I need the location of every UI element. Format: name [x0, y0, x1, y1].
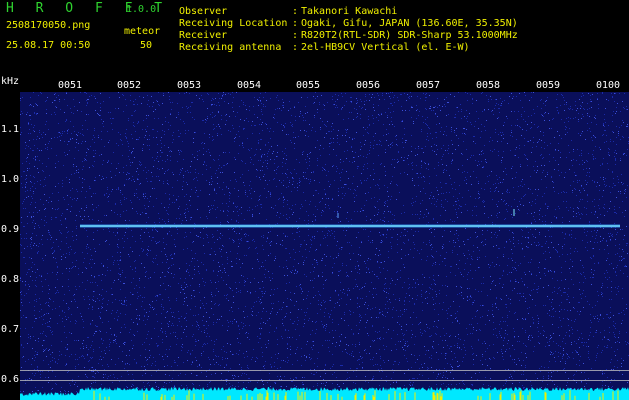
info-label-location: Receiving Location — [179, 18, 288, 29]
time-tick: 0053 — [177, 80, 202, 91]
capture-datetime: 25.08.17 00:50 — [6, 40, 91, 51]
info-value-antenna: 2el-HB9CV Vertical (el. E-W) — [301, 42, 470, 53]
time-tick: 0056 — [356, 80, 381, 91]
info-sep: : — [292, 6, 299, 17]
info-sep: : — [292, 30, 299, 41]
spectrogram-area — [20, 92, 629, 400]
frequency-unit-label: kHz — [1, 76, 20, 87]
info-sep: : — [292, 18, 299, 29]
app-version: 1.0.0 — [126, 4, 157, 15]
time-tick: 0052 — [117, 80, 142, 91]
info-label-receiver: Receiver — [179, 30, 228, 41]
noise-background — [20, 92, 629, 400]
info-value-receiver: R820T2(RTL-SDR) SDR-Sharp 53.1000MHz — [301, 30, 518, 41]
time-tick: 0058 — [476, 80, 501, 91]
info-label-antenna: Receiving antenna — [179, 42, 282, 53]
info-value-location: Ogaki, Gifu, JAPAN (136.60E, 35.35N) — [301, 18, 518, 29]
time-tick: 0051 — [58, 80, 83, 91]
info-label-observer: Observer — [179, 6, 228, 17]
time-tick: 0059 — [536, 80, 561, 91]
spectrogram — [20, 92, 629, 400]
frequency-tick: 0.6 — [1, 374, 20, 385]
meteor-count: 50 — [140, 40, 153, 51]
frequency-tick: 0.8 — [1, 274, 20, 285]
time-tick: 0057 — [416, 80, 441, 91]
time-tick: 0055 — [296, 80, 321, 91]
frequency-tick: 1.1 — [1, 124, 20, 135]
info-sep: : — [292, 42, 299, 53]
image-filename: 2508170050.png — [6, 20, 91, 31]
frequency-tick: 0.7 — [1, 324, 20, 335]
frequency-tick: 0.9 — [1, 224, 20, 235]
meteor-label: meteor — [124, 26, 161, 37]
time-tick: 0100 — [596, 80, 621, 91]
frequency-tick: 1.0 — [1, 174, 20, 185]
time-tick: 0054 — [237, 80, 262, 91]
info-value-observer: Takanori Kawachi — [301, 6, 398, 17]
hrofft-window: H R O F F T 1.0.0 2508170050.png 25.08.1… — [0, 0, 629, 400]
